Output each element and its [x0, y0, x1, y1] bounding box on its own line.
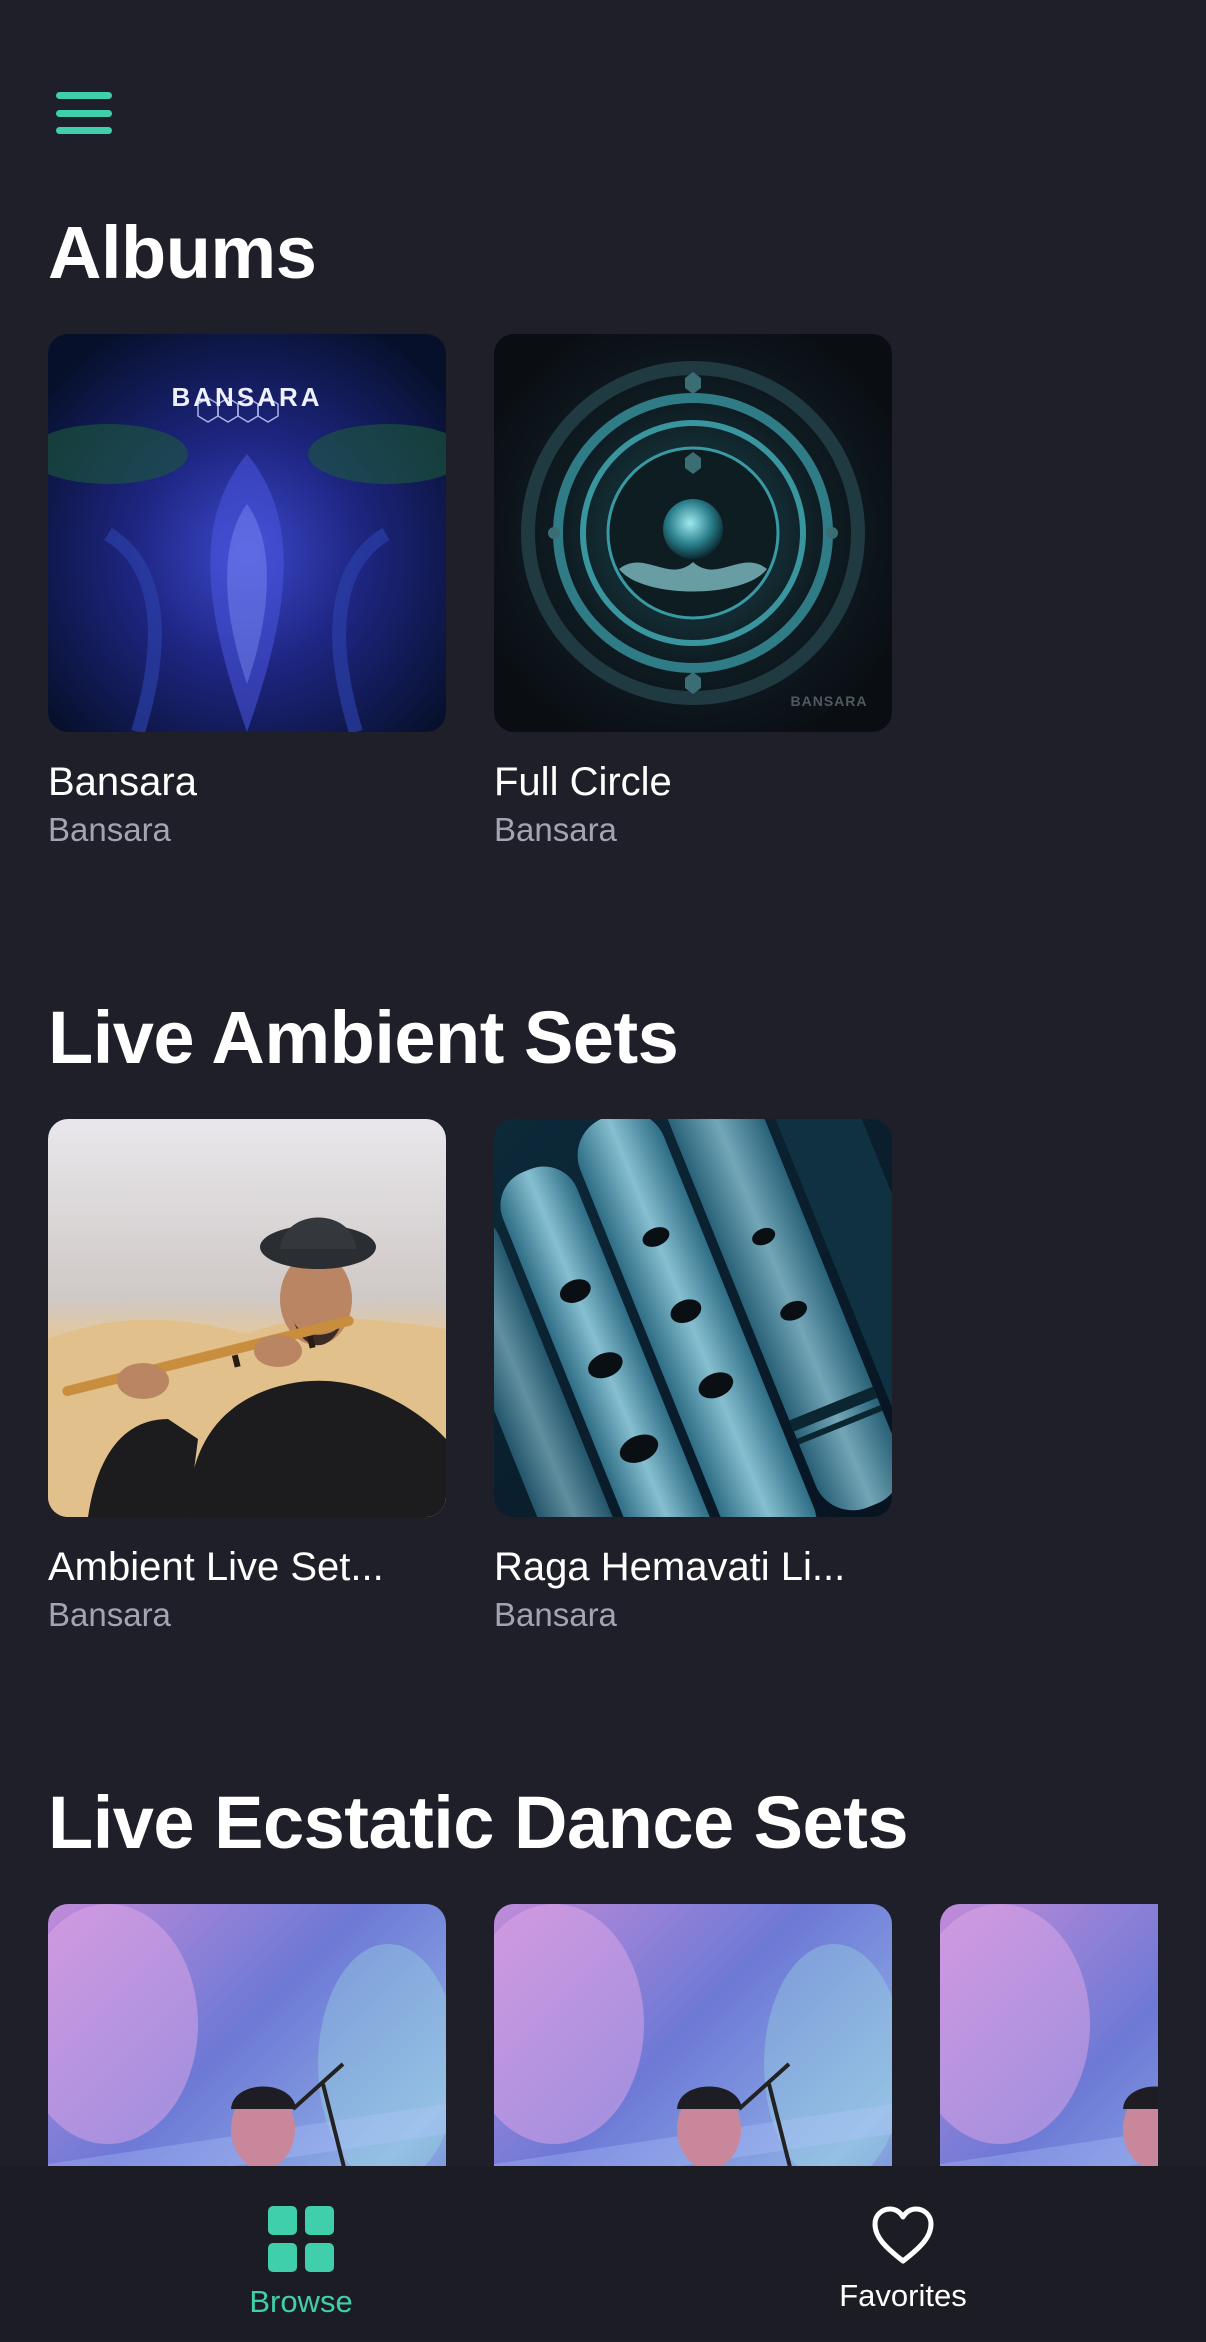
- set-cover: [494, 1119, 892, 1517]
- album-title: Full Circle: [494, 760, 672, 804]
- set-card[interactable]: Ambient Live Set... Bansara: [48, 1119, 446, 1635]
- cover-text: BANSARA: [791, 693, 868, 709]
- tab-label: Browse: [249, 2284, 353, 2319]
- bamboo-flutes-photo: [494, 1119, 892, 1517]
- heart-icon: [872, 2206, 934, 2264]
- menu-button[interactable]: [56, 92, 112, 134]
- bottom-tab-bar: Browse Favorites: [0, 2166, 1206, 2342]
- albums-section: Albums BANSARA Bansara Bansara BANSARA F…: [48, 211, 1206, 848]
- ambient-sets-row[interactable]: Ambient Live Set... Bansara Raga Hemavat…: [48, 1119, 892, 1635]
- albums-row[interactable]: BANSARA Bansara Bansara BANSARA Full Cir…: [48, 334, 892, 850]
- section-title: Live Ambient Sets: [48, 996, 679, 1079]
- set-artist: Bansara: [494, 1596, 617, 1633]
- album-artist: Bansara: [48, 811, 171, 848]
- album-title: Bansara: [48, 760, 197, 804]
- set-title: Raga Hemavati Li...: [494, 1545, 846, 1589]
- tab-favorites[interactable]: Favorites: [783, 2206, 1023, 2316]
- hamburger-menu-icon: [56, 92, 112, 99]
- set-title: Ambient Live Set...: [48, 1545, 384, 1589]
- live-ecstatic-dance-sets-section: Live Ecstatic Dance Sets: [48, 1786, 1206, 1860]
- hamburger-line: [56, 109, 112, 117]
- album-cover: BANSARA: [494, 334, 892, 732]
- album-cover-art: BANSARA: [48, 334, 446, 732]
- album-cover: BANSARA: [48, 334, 446, 732]
- section-title: Live Ecstatic Dance Sets: [48, 1781, 909, 1864]
- album-cover-art: BANSARA: [494, 334, 892, 732]
- tab-label: Favorites: [839, 2278, 967, 2313]
- hamburger-line: [56, 127, 112, 134]
- section-title: Albums: [48, 211, 317, 294]
- live-ambient-sets-section: Live Ambient Sets Ambient Live Set... Ba…: [48, 996, 1206, 1633]
- set-card[interactable]: Raga Hemavati Li... Bansara: [494, 1119, 892, 1635]
- album-artist: Bansara: [494, 811, 617, 848]
- album-card[interactable]: BANSARA Bansara Bansara: [48, 334, 446, 850]
- set-artist: Bansara: [48, 1596, 171, 1633]
- grid-icon: [268, 2206, 334, 2272]
- flute-player-photo: [48, 1119, 446, 1517]
- set-cover: [48, 1119, 446, 1517]
- album-card[interactable]: BANSARA Full Circle Bansara: [494, 334, 892, 850]
- tab-browse[interactable]: Browse: [181, 2206, 421, 2322]
- browse-screen: Albums BANSARA Bansara Bansara BANSARA F…: [0, 0, 1206, 2342]
- cover-text: BANSARA: [172, 382, 323, 412]
